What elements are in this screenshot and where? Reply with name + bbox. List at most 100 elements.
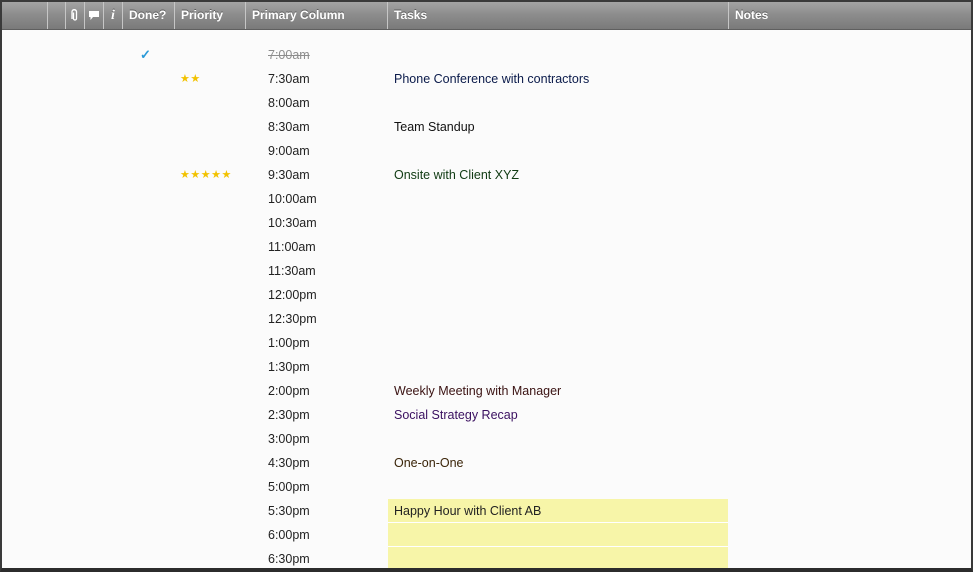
time-cell[interactable]: 12:00pm: [268, 283, 386, 307]
notes-cell[interactable]: [729, 355, 969, 379]
done-checkbox[interactable]: [140, 139, 160, 163]
priority-stars[interactable]: [180, 331, 244, 355]
time-cell[interactable]: 8:00am: [268, 91, 386, 115]
done-checkbox[interactable]: [140, 403, 160, 427]
time-cell[interactable]: 11:30am: [268, 259, 386, 283]
time-cell[interactable]: 7:30am: [268, 67, 386, 91]
task-cell[interactable]: [388, 307, 728, 331]
table-row[interactable]: 8:30am Team Standup: [2, 115, 971, 139]
time-cell[interactable]: 9:30am: [268, 163, 386, 187]
priority-stars[interactable]: [180, 355, 244, 379]
done-checkbox[interactable]: [140, 427, 160, 451]
table-row[interactable]: 12:30pm: [2, 307, 971, 331]
done-checkbox[interactable]: [140, 307, 160, 331]
header-done-column[interactable]: Done?: [123, 2, 175, 29]
priority-stars[interactable]: [180, 379, 244, 403]
task-cell[interactable]: Onsite with Client XYZ: [388, 163, 728, 187]
task-cell[interactable]: Social Strategy Recap: [388, 403, 728, 427]
task-cell[interactable]: [388, 427, 728, 451]
done-checkbox[interactable]: [140, 523, 160, 547]
done-checkbox[interactable]: [140, 475, 160, 499]
notes-cell[interactable]: [729, 547, 969, 568]
done-checkbox[interactable]: [140, 379, 160, 403]
task-cell[interactable]: [388, 547, 728, 568]
done-checkbox[interactable]: [140, 451, 160, 475]
priority-stars[interactable]: ★★★★★: [180, 163, 244, 187]
time-cell[interactable]: 5:30pm: [268, 499, 386, 523]
header-info-column[interactable]: i: [104, 2, 123, 29]
priority-stars[interactable]: [180, 475, 244, 499]
task-cell[interactable]: Team Standup: [388, 115, 728, 139]
time-cell[interactable]: 12:30pm: [268, 307, 386, 331]
time-cell[interactable]: 8:30am: [268, 115, 386, 139]
table-row[interactable]: 4:30pm One-on-One: [2, 451, 971, 475]
table-row[interactable]: 11:30am: [2, 259, 971, 283]
done-checkbox[interactable]: [140, 547, 160, 568]
task-cell[interactable]: [388, 523, 728, 547]
task-cell[interactable]: [388, 235, 728, 259]
time-cell[interactable]: 2:30pm: [268, 403, 386, 427]
priority-stars[interactable]: [180, 451, 244, 475]
notes-cell[interactable]: [729, 139, 969, 163]
header-primary-column[interactable]: Primary Column: [246, 2, 388, 29]
notes-cell[interactable]: [729, 331, 969, 355]
time-cell[interactable]: 10:30am: [268, 211, 386, 235]
table-row[interactable]: 10:00am: [2, 187, 971, 211]
done-checkbox[interactable]: [140, 331, 160, 355]
priority-stars[interactable]: [180, 187, 244, 211]
time-cell[interactable]: 4:30pm: [268, 451, 386, 475]
time-cell[interactable]: 3:00pm: [268, 427, 386, 451]
table-row[interactable]: 1:00pm: [2, 331, 971, 355]
task-cell[interactable]: [388, 211, 728, 235]
table-row[interactable]: 1:30pm: [2, 355, 971, 379]
time-cell[interactable]: 1:30pm: [268, 355, 386, 379]
task-cell[interactable]: Happy Hour with Client AB: [388, 499, 728, 523]
notes-cell[interactable]: [729, 91, 969, 115]
table-row[interactable]: ★★★★★ 9:30am Onsite with Client XYZ: [2, 163, 971, 187]
table-row[interactable]: 5:00pm: [2, 475, 971, 499]
priority-stars[interactable]: [180, 139, 244, 163]
task-cell[interactable]: Phone Conference with contractors: [388, 67, 728, 91]
priority-stars[interactable]: [180, 91, 244, 115]
table-row[interactable]: ★★ 7:30am Phone Conference with contractor…: [2, 67, 971, 91]
header-notes-column[interactable]: Notes: [729, 2, 971, 29]
header-priority-column[interactable]: Priority: [175, 2, 246, 29]
priority-stars[interactable]: [180, 115, 244, 139]
time-cell[interactable]: 10:00am: [268, 187, 386, 211]
time-cell[interactable]: 2:00pm: [268, 379, 386, 403]
task-cell[interactable]: [388, 355, 728, 379]
table-row[interactable]: 6:00pm: [2, 523, 971, 547]
done-checkbox[interactable]: [140, 283, 160, 307]
priority-stars[interactable]: [180, 235, 244, 259]
task-cell[interactable]: [388, 259, 728, 283]
priority-stars[interactable]: [180, 427, 244, 451]
done-checkbox[interactable]: [140, 235, 160, 259]
notes-cell[interactable]: [729, 163, 969, 187]
time-cell[interactable]: 5:00pm: [268, 475, 386, 499]
notes-cell[interactable]: [729, 403, 969, 427]
notes-cell[interactable]: [729, 187, 969, 211]
table-row[interactable]: ✓ 7:00am: [2, 43, 971, 67]
task-cell[interactable]: [388, 331, 728, 355]
checkmark-icon[interactable]: ✓: [140, 43, 160, 67]
task-cell[interactable]: [388, 91, 728, 115]
table-row[interactable]: 6:30pm: [2, 547, 971, 568]
notes-cell[interactable]: [729, 67, 969, 91]
time-cell[interactable]: 9:00am: [268, 139, 386, 163]
notes-cell[interactable]: [729, 499, 969, 523]
header-tasks-column[interactable]: Tasks: [388, 2, 729, 29]
priority-stars[interactable]: [180, 307, 244, 331]
done-checkbox[interactable]: [140, 67, 160, 91]
notes-cell[interactable]: [729, 43, 969, 67]
table-row[interactable]: 5:30pm Happy Hour with Client AB: [2, 499, 971, 523]
task-cell[interactable]: [388, 475, 728, 499]
task-cell[interactable]: One-on-One: [388, 451, 728, 475]
notes-cell[interactable]: [729, 307, 969, 331]
priority-stars[interactable]: [180, 403, 244, 427]
header-handle-column[interactable]: [48, 2, 66, 29]
notes-cell[interactable]: [729, 115, 969, 139]
time-cell[interactable]: 6:30pm: [268, 547, 386, 568]
done-checkbox[interactable]: [140, 91, 160, 115]
notes-cell[interactable]: [729, 283, 969, 307]
priority-stars[interactable]: [180, 43, 244, 67]
